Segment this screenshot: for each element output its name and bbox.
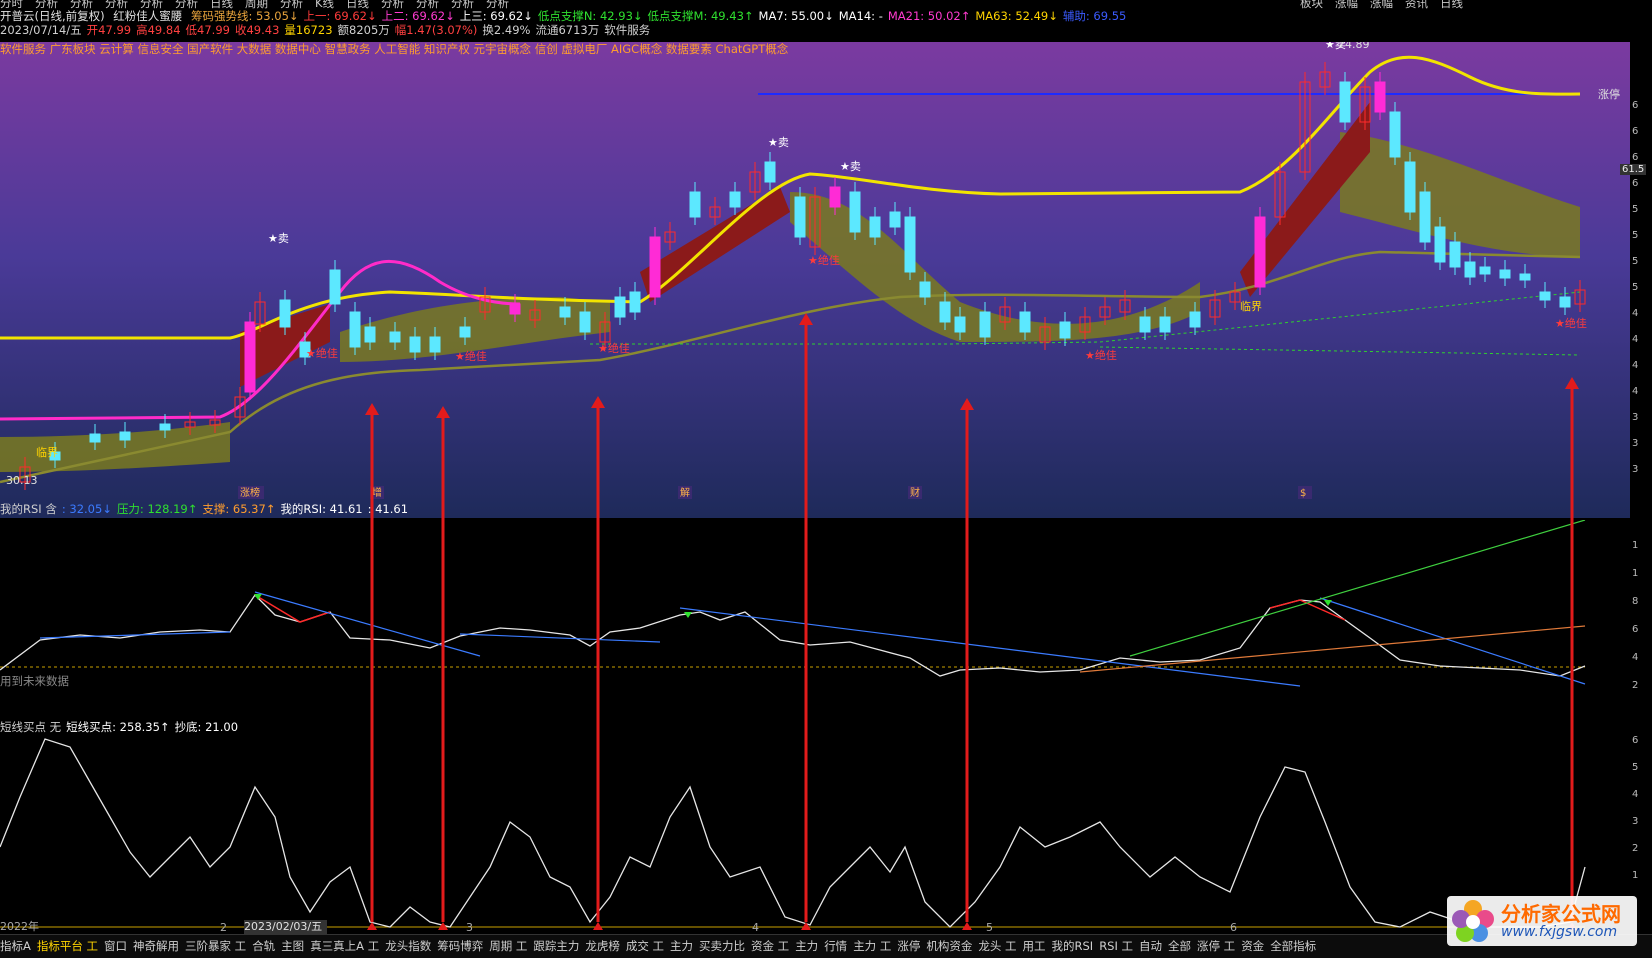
indicator-tab[interactable]: 主力 <box>795 939 818 953</box>
buy-arrow-up-icon <box>365 403 379 415</box>
indicator-tab[interactable]: 龙头 工 <box>978 939 1016 953</box>
cursor-date: 2023/02/03/五 <box>244 920 323 933</box>
x-axis: 2022年 <box>0 920 44 934</box>
indicator-tab[interactable]: 筹码博弈 <box>437 939 483 953</box>
watermark: 分析家公式网 www.fxjgsw.com <box>1447 896 1637 946</box>
main-right-scale: 666655554444333 <box>1632 100 1652 490</box>
bottom-buy-marker-icon <box>962 922 972 930</box>
scale-tick: 4 <box>1632 334 1639 345</box>
scale-tick: 1 <box>1632 870 1639 881</box>
x-axis-year: 2022年 <box>0 920 39 933</box>
indicator-tab[interactable]: 龙虎榜 <box>585 939 620 953</box>
indicator-tab[interactable]: 成交 工 <box>626 939 664 953</box>
scale-tick: 6 <box>1632 100 1639 111</box>
scale-tick: 5 <box>1632 256 1639 267</box>
indicator-tab[interactable]: 全部 <box>1168 939 1191 953</box>
bottom-buy-marker-icon <box>438 922 448 930</box>
indicator-tab[interactable]: 三阶暴家 工 <box>185 939 246 953</box>
indicator-tab[interactable]: 龙头指数 <box>385 939 431 953</box>
indicator-tab[interactable]: 跟踪主力 <box>533 939 579 953</box>
indicator-tab[interactable]: 自动 <box>1139 939 1162 953</box>
indicator-tab[interactable]: 资金 工 <box>751 939 789 953</box>
indicator-tab[interactable]: 涨停 <box>897 939 920 953</box>
bottom-buy-marker-icon <box>801 922 811 930</box>
scale-tick: 4 <box>1632 789 1639 800</box>
indicator-tab[interactable]: 我的RSI <box>1052 939 1094 953</box>
scale-tick: 6 <box>1632 624 1639 635</box>
x-month-label: 2 <box>220 921 227 934</box>
buy-arrow-up-icon <box>799 313 813 325</box>
indicator-tab[interactable]: 指标A <box>0 939 31 953</box>
scale-tick: 8 <box>1632 596 1639 607</box>
x-axis-cursor-date: 2023/02/03/五 <box>244 920 328 934</box>
scale-tick: 5 <box>1632 282 1639 293</box>
stock-chart-app: 分时 分析 分析 分析 分析 分析 日线 周期 分析 K线 日线 分析 分析 分析 分析 板块 涨幅 涨幅 资讯日… <box>0 0 1652 958</box>
bottom-buy-marker-icon <box>367 922 377 930</box>
scale-tick: 2 <box>1632 680 1639 691</box>
indicator-tab[interactable]: 主图 <box>281 939 304 953</box>
x-month-label: 6 <box>1230 921 1237 934</box>
x-month-label: 4 <box>752 921 759 934</box>
rsi-right-scale: 1 1 8 6 4 2 <box>1632 540 1652 708</box>
indicator-tab[interactable]: 涨停 工 <box>1197 939 1235 953</box>
scale-tick: 4 <box>1632 386 1639 397</box>
indicator-tab[interactable]: 指标平台 工 <box>37 939 98 953</box>
bottom-buy-marker-icon <box>593 922 603 930</box>
indicator-tab[interactable]: 周期 工 <box>489 939 527 953</box>
indicator-tab[interactable]: 资金 <box>1241 939 1264 953</box>
indicator-tab[interactable]: 合轨 <box>252 939 275 953</box>
scale-tick: 5 <box>1632 230 1639 241</box>
indicator-tab[interactable]: 神奇解用 <box>133 939 179 953</box>
scale-tick: 1 <box>1632 568 1639 579</box>
scale-tick: 3 <box>1632 816 1639 827</box>
indicator-tab[interactable]: 主力 工 <box>853 939 891 953</box>
indicator-tab[interactable]: 用工 <box>1023 939 1046 953</box>
short-right-scale: 6 5 4 3 2 1 <box>1632 735 1652 897</box>
scale-tick: 3 <box>1632 412 1639 423</box>
watermark-title: 分析家公式网 <box>1501 902 1621 926</box>
scale-tick: 6 <box>1632 735 1639 746</box>
watermark-url: www.fxjgsw.com <box>1501 924 1618 940</box>
scale-tick: 6 <box>1632 126 1639 137</box>
indicator-tab[interactable]: 主力 <box>670 939 693 953</box>
buy-arrow-up-icon <box>960 398 974 410</box>
buy-arrow-up-icon <box>591 396 605 408</box>
scale-tick: 2 <box>1632 843 1639 854</box>
current-price-tag: 61.5 <box>1620 164 1647 175</box>
indicator-tab[interactable]: RSI 工 <box>1099 939 1133 953</box>
scale-tick: 3 <box>1632 438 1639 449</box>
indicator-tab[interactable]: 行情 <box>824 939 847 953</box>
scale-tick: 4 <box>1632 652 1639 663</box>
buy-arrow-up-icon <box>436 406 450 418</box>
scale-tick: 1 <box>1632 540 1639 551</box>
scale-tick: 6 <box>1632 178 1639 189</box>
scale-tick: 5 <box>1632 762 1639 773</box>
scale-tick: 4 <box>1632 360 1639 371</box>
indicator-tab[interactable]: 真三真上A 工 <box>310 939 379 953</box>
buy-arrow-up-icon <box>1565 377 1579 389</box>
indicator-tab[interactable]: 买卖力比 <box>699 939 745 953</box>
scale-tick: 3 <box>1632 464 1639 475</box>
x-month-label: 3 <box>466 921 473 934</box>
indicator-tab[interactable]: 窗口 <box>104 939 127 953</box>
indicator-tab[interactable]: 全部指标 <box>1270 939 1316 953</box>
indicator-tab[interactable]: 机构资金 <box>926 939 972 953</box>
flower-logo-icon <box>1452 900 1494 942</box>
scale-tick: 4 <box>1632 308 1639 319</box>
buy-arrows-overlay <box>365 313 1579 930</box>
scale-tick: 5 <box>1632 204 1639 215</box>
indicator-tab-bar: 指标A 指标平台 工窗口 神奇解用 三阶暴家 工合轨 主图 真三真上A 工龙头指数 筹码博弈… <box>0 934 1652 958</box>
x-month-label: 5 <box>986 921 993 934</box>
